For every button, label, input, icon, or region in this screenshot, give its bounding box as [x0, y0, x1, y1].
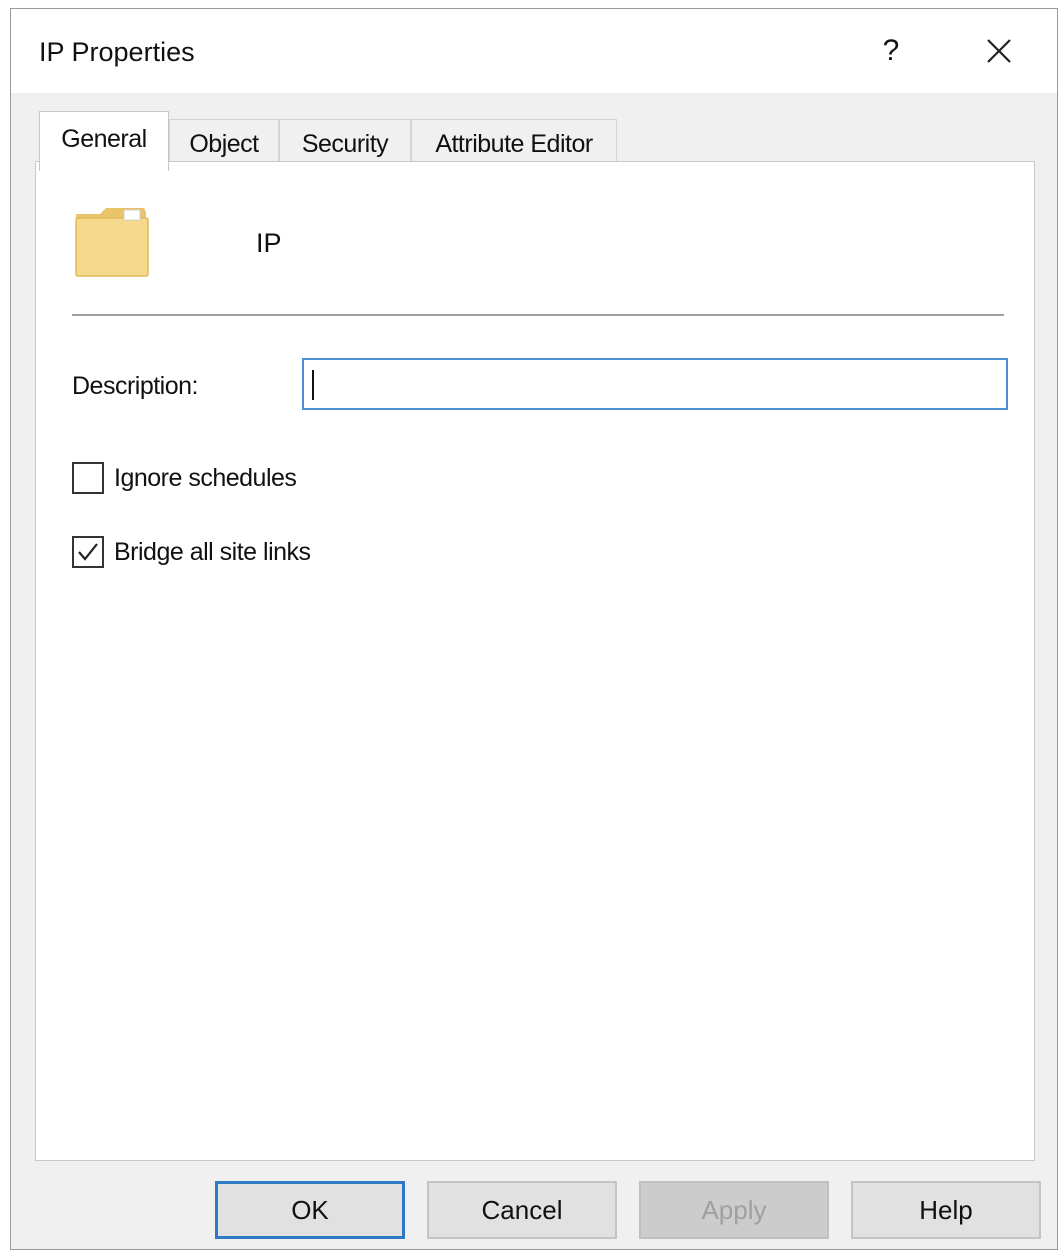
bridge-all-site-links-checkbox[interactable]	[72, 536, 104, 568]
ignore-schedules-checkbox[interactable]	[72, 462, 104, 494]
checkmark-icon	[78, 543, 98, 561]
general-tab-panel: IP Description: Ignore schedules Bridge …	[35, 161, 1035, 1161]
ok-button[interactable]: OK	[215, 1181, 405, 1239]
ignore-schedules-label: Ignore schedules	[114, 464, 297, 492]
title-bar: IP Properties ?	[11, 9, 1057, 93]
close-icon	[986, 38, 1012, 63]
close-button[interactable]	[971, 27, 1027, 75]
help-button[interactable]: Help	[851, 1181, 1041, 1239]
apply-button[interactable]: Apply	[639, 1181, 829, 1239]
bridge-all-site-links-label: Bridge all site links	[114, 538, 311, 566]
help-title-button[interactable]: ?	[867, 27, 915, 75]
tab-attribute-editor[interactable]: Attribute Editor	[411, 119, 617, 167]
description-input[interactable]	[302, 358, 1008, 410]
bridge-all-site-links-option[interactable]: Bridge all site links	[72, 536, 372, 576]
tab-object[interactable]: Object	[169, 119, 279, 167]
text-caret	[312, 370, 314, 400]
description-label: Description:	[72, 372, 199, 400]
tab-strip: General Object Security Attribute Editor	[11, 93, 1057, 171]
tab-general[interactable]: General	[39, 111, 169, 171]
object-name: IP	[256, 228, 282, 258]
ignore-schedules-option[interactable]: Ignore schedules	[72, 462, 352, 502]
cancel-button[interactable]: Cancel	[427, 1181, 617, 1239]
tab-security[interactable]: Security	[279, 119, 411, 167]
properties-dialog: IP Properties ? General Object Security …	[10, 8, 1058, 1250]
window-title: IP Properties	[39, 37, 195, 67]
separator	[72, 314, 1004, 316]
folder-icon	[72, 204, 152, 283]
